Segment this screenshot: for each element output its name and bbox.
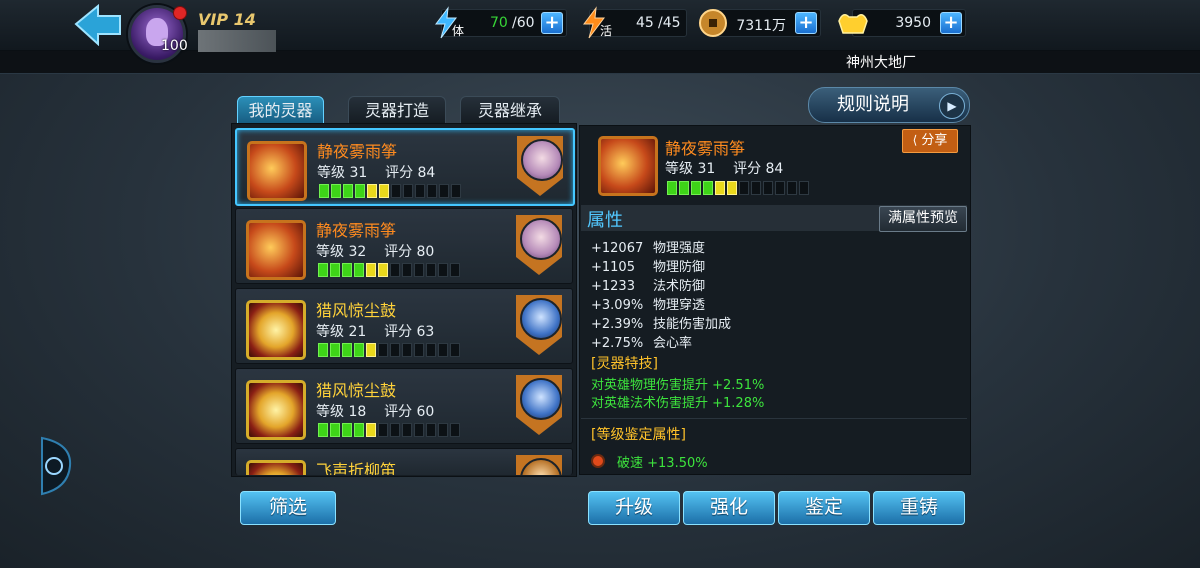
hero-portrait-icon	[517, 136, 563, 196]
server-bar: 神州大地厂	[0, 51, 1200, 74]
notification-dot	[173, 6, 187, 20]
enhance-button[interactable]: 强化	[683, 491, 775, 525]
quality-bars	[319, 184, 461, 198]
artifact-icon	[246, 380, 306, 440]
add-stamina-button[interactable]: +	[541, 12, 563, 34]
upgrade-button[interactable]: 升级	[588, 491, 680, 525]
hero-portrait-icon	[516, 375, 562, 435]
appraise-row: 破速 +13.50%	[591, 452, 708, 471]
full-attribute-preview-button[interactable]: 满属性预览	[879, 206, 967, 232]
hero-portrait-icon	[516, 215, 562, 275]
attribute-row: +2.39% 技能伤害加成	[591, 317, 732, 332]
play-arrow-icon: ▶	[939, 93, 965, 119]
artifact-icon	[598, 136, 658, 196]
attribute-row: +1105 物理防御	[591, 260, 706, 275]
gold-counter: 3950 +	[838, 9, 966, 37]
recast-button[interactable]: 重铸	[873, 491, 965, 525]
tab-inherit[interactable]: 灵器继承	[460, 96, 560, 126]
rules-button[interactable]: 规则说明 ▶	[808, 87, 970, 123]
quality-bars	[318, 343, 460, 357]
artifact-icon	[246, 220, 306, 280]
quality-bars	[318, 423, 460, 437]
stamina-counter: 体 70 /60 +	[435, 6, 567, 39]
vip-badge: VIP 14	[198, 10, 256, 29]
hero-portrait-icon	[516, 295, 562, 355]
attribute-row: +12067 物理强度	[591, 241, 706, 256]
appraise-title: [等级鉴定属性]	[591, 427, 686, 443]
add-gold-button[interactable]: +	[940, 12, 962, 34]
back-arrow-icon[interactable]	[74, 4, 122, 46]
gold-ingot-icon	[838, 14, 868, 34]
skill-row: 对英雄物理伤害提升 +2.51%	[591, 378, 765, 393]
artifact-icon	[246, 460, 306, 475]
detail-stats: 等级 31 评分 84	[665, 161, 784, 177]
filter-button[interactable]: 筛选	[240, 491, 336, 525]
server-name: 神州大地厂	[846, 55, 916, 71]
list-item[interactable]: 静夜雾雨筝 等级 31 评分 84	[235, 128, 575, 206]
player-level: 100	[161, 38, 188, 54]
appraise-button[interactable]: 鉴定	[778, 491, 870, 525]
quality-bars	[667, 181, 809, 195]
list-item[interactable]: 猎风惊尘鼓 等级 21 评分 63	[235, 288, 573, 364]
tab-forge[interactable]: 灵器打造	[348, 96, 446, 126]
attribute-row: +2.75% 会心率	[591, 336, 693, 351]
gem-icon	[591, 454, 605, 468]
artifact-list[interactable]: 静夜雾雨筝 等级 31 评分 84 静夜雾雨筝 等级 32 评分 80 猎风惊尘…	[231, 123, 577, 477]
coin-icon	[699, 9, 727, 37]
hero-portrait-icon	[516, 455, 562, 475]
skill-title: [灵器特技]	[591, 356, 658, 372]
attribute-row: +3.09% 物理穿透	[591, 298, 706, 313]
divider	[581, 418, 967, 419]
artifact-icon	[247, 141, 307, 201]
quality-bars	[318, 263, 460, 277]
tab-my-artifacts[interactable]: 我的灵器	[237, 96, 324, 126]
attribute-row: +1233 法术防御	[591, 279, 706, 294]
artifact-icon	[246, 300, 306, 360]
list-item[interactable]: 飞声折柳笛	[235, 448, 573, 475]
list-item[interactable]: 猎风惊尘鼓 等级 18 评分 60	[235, 368, 573, 444]
list-item[interactable]: 静夜雾雨筝 等级 32 评分 80	[235, 208, 573, 284]
add-coins-button[interactable]: +	[795, 12, 817, 34]
attribute-title: 属性	[587, 210, 623, 231]
share-icon: ⟨	[912, 133, 918, 147]
detail-name: 静夜雾雨筝	[665, 139, 746, 158]
skill-row: 对英雄法术伤害提升 +1.28%	[591, 396, 765, 411]
player-name-masked	[198, 30, 276, 52]
coins-counter: 7311万 +	[699, 9, 821, 37]
side-menu-handle-icon[interactable]	[34, 436, 74, 496]
vitality-counter: 活 45 /45	[583, 6, 687, 39]
share-button[interactable]: ⟨ 分享	[902, 129, 958, 153]
